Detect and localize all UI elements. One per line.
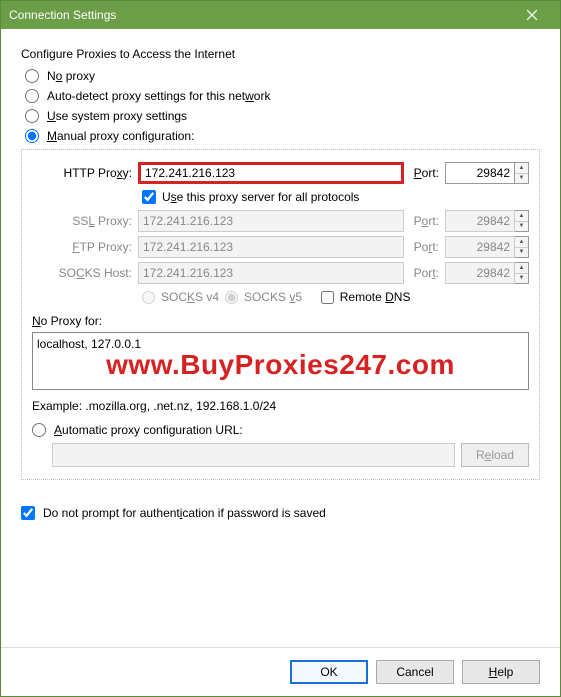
auto-detect-option[interactable]: Auto-detect proxy settings for this netw… <box>25 89 540 103</box>
window-title: Connection Settings <box>9 8 512 22</box>
use-system-radio[interactable] <box>25 109 39 123</box>
socks-host-input <box>138 262 404 284</box>
ftp-proxy-row: FTP Proxy: Port: ▲▼ <box>32 236 529 258</box>
ssl-port-label: Port: <box>414 214 439 228</box>
socks-v4-radio <box>142 291 155 304</box>
auto-url-input <box>52 443 455 467</box>
reload-button: Reload <box>461 443 529 467</box>
auth-prompt-checkbox[interactable] <box>21 506 35 520</box>
auto-url-row: Reload <box>52 443 529 467</box>
manual-option[interactable]: Manual proxy configuration: <box>25 129 540 143</box>
socks-port-input <box>445 262 515 284</box>
socks-port-label: Port: <box>414 266 439 280</box>
ssl-proxy-row: SSL Proxy: Port: ▲▼ <box>32 210 529 232</box>
ok-button[interactable]: OK <box>290 660 368 684</box>
use-all-row[interactable]: Use this proxy server for all protocols <box>142 190 529 204</box>
ssl-proxy-label: SSL Proxy: <box>32 214 132 228</box>
auto-detect-radio[interactable] <box>25 89 39 103</box>
auth-prompt-row[interactable]: Do not prompt for authentication if pass… <box>21 506 540 520</box>
http-proxy-row: HTTP Proxy: Port: ▲▼ <box>32 162 529 184</box>
ftp-port-spinner: ▲▼ <box>515 236 529 258</box>
no-proxy-label: No proxy <box>47 69 95 83</box>
use-system-option[interactable]: Use system proxy settings <box>25 109 540 123</box>
example-text: Example: .mozilla.org, .net.nz, 192.168.… <box>32 399 529 413</box>
use-all-checkbox[interactable] <box>142 190 156 204</box>
socks-port-spinner: ▲▼ <box>515 262 529 284</box>
cancel-button[interactable]: Cancel <box>376 660 454 684</box>
auto-detect-label: Auto-detect proxy settings for this netw… <box>47 89 270 103</box>
titlebar: Connection Settings <box>1 1 560 29</box>
http-port-label: Port: <box>414 166 439 180</box>
ftp-proxy-input <box>138 236 404 258</box>
no-proxy-for-label: No Proxy for: <box>32 314 529 328</box>
no-proxy-radio[interactable] <box>25 69 39 83</box>
no-proxy-option[interactable]: No proxy <box>25 69 540 83</box>
ftp-port-label: Port: <box>414 240 439 254</box>
socks-v5-label: SOCKS v5 <box>244 290 302 304</box>
use-all-label: Use this proxy server for all protocols <box>162 190 359 204</box>
http-proxy-input[interactable] <box>138 162 404 184</box>
manual-label: Manual proxy configuration: <box>47 129 194 143</box>
auto-url-option[interactable]: Automatic proxy configuration URL: <box>32 423 529 437</box>
socks-v4-label: SOCKS v4 <box>161 290 219 304</box>
ftp-proxy-label: FTP Proxy: <box>32 240 132 254</box>
footer: OK Cancel Help <box>1 647 560 696</box>
auto-url-label: Automatic proxy configuration URL: <box>54 423 243 437</box>
no-proxy-for-textarea[interactable]: localhost, 127.0.0.1 <box>32 332 529 390</box>
socks-v5-radio <box>225 291 238 304</box>
close-button[interactable] <box>512 1 552 29</box>
use-system-label: Use system proxy settings <box>47 109 187 123</box>
socks-version-row: SOCKS v4 SOCKS v5 Remote DNS <box>142 290 529 304</box>
content-area: Configure Proxies to Access the Internet… <box>1 29 560 647</box>
remote-dns-checkbox[interactable] <box>321 291 334 304</box>
close-icon <box>527 10 537 20</box>
socks-host-row: SOCKS Host: Port: ▲▼ <box>32 262 529 284</box>
auth-prompt-label: Do not prompt for authentication if pass… <box>43 506 326 520</box>
http-port-spinner[interactable]: ▲▼ <box>515 162 529 184</box>
manual-radio[interactable] <box>25 129 39 143</box>
heading: Configure Proxies to Access the Internet <box>21 47 540 61</box>
ssl-port-spinner: ▲▼ <box>515 210 529 232</box>
ssl-proxy-input <box>138 210 404 232</box>
help-button[interactable]: Help <box>462 660 540 684</box>
http-port-input[interactable] <box>445 162 515 184</box>
manual-fieldset: HTTP Proxy: Port: ▲▼ Use this proxy serv… <box>21 149 540 480</box>
socks-host-label: SOCKS Host: <box>32 266 132 280</box>
connection-settings-window: Connection Settings Configure Proxies to… <box>0 0 561 697</box>
ftp-port-input <box>445 236 515 258</box>
remote-dns-label: Remote DNS <box>340 290 411 304</box>
ssl-port-input <box>445 210 515 232</box>
http-proxy-label: HTTP Proxy: <box>32 166 132 180</box>
auto-url-radio[interactable] <box>32 423 46 437</box>
